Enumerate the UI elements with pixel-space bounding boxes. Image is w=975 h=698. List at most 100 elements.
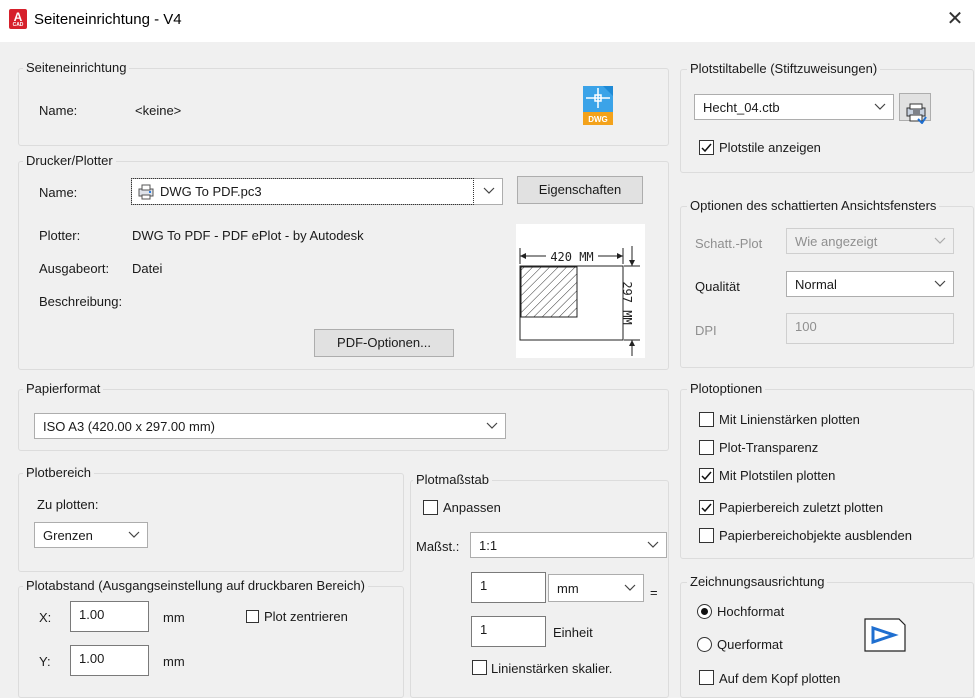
offset-y-unit: mm — [163, 654, 185, 669]
papierbereich-zuletzt-label[interactable]: Papierbereich zuletzt plotten — [719, 500, 883, 515]
pdf-optionen-button-label: PDF-Optionen... — [337, 335, 431, 350]
plot-style-editor-icon — [905, 102, 927, 125]
offset-y-label: Y: — [39, 654, 51, 669]
ausgabeort-label: Ausgabeort: — [39, 261, 110, 276]
chevron-down-icon — [646, 537, 660, 551]
offset-y-value: 1.00 — [79, 651, 105, 666]
plotter-label: Plotter: — [39, 228, 81, 243]
equals-sign: = — [650, 585, 658, 600]
scale-unit-select[interactable]: mm — [548, 574, 644, 602]
plot-zentrieren-checkbox[interactable] — [246, 610, 259, 623]
einheit-label: Einheit — [553, 625, 593, 640]
scale-unit-value: mm — [557, 581, 579, 596]
dwg-icon-caption: DWG — [588, 115, 608, 124]
eigenschaften-button[interactable]: Eigenschaften — [517, 176, 643, 204]
massstab-select[interactable]: 1:1 — [470, 532, 667, 558]
zu-plotten-label: Zu plotten: — [37, 497, 99, 512]
querformat-label[interactable]: Querformat — [717, 637, 783, 652]
offset-x-value: 1.00 — [79, 607, 105, 622]
plotstile-anzeigen-checkbox[interactable] — [699, 140, 714, 155]
papierbereich-zuletzt-checkbox[interactable] — [699, 500, 714, 515]
scale-unit-input[interactable]: 1 — [471, 616, 546, 647]
window-title: Seiteneinrichtung - V4 — [34, 11, 182, 28]
querformat-radio[interactable] — [697, 637, 712, 652]
orientation-preview-icon — [864, 618, 906, 652]
dpi-input[interactable]: 100 — [786, 313, 954, 344]
hochformat-radio[interactable] — [697, 604, 712, 619]
mit-plotstilen-label[interactable]: Mit Plotstilen plotten — [719, 468, 835, 483]
plotter-value: DWG To PDF - PDF ePlot - by Autodesk — [132, 228, 364, 243]
offset-x-unit: mm — [163, 610, 185, 625]
plotmassstab-legend: Plotmaßstab — [413, 472, 492, 487]
schatt-plot-select[interactable]: Wie angezeigt — [786, 228, 954, 254]
plot-transparenz-label[interactable]: Plot-Transparenz — [719, 440, 818, 455]
plot-zentrieren-label[interactable]: Plot zentrieren — [264, 609, 348, 624]
papierformat-value: ISO A3 (420.00 x 297.00 mm) — [43, 419, 215, 434]
plot-transparenz-checkbox[interactable] — [699, 440, 714, 455]
anpassen-checkbox[interactable] — [423, 500, 438, 515]
plotstil-select[interactable]: Hecht_04.ctb — [694, 94, 894, 120]
plotter-icon — [138, 184, 154, 200]
qualitaet-label: Qualität — [695, 279, 740, 294]
scale-value: 1 — [480, 578, 488, 593]
pdf-optionen-button[interactable]: PDF-Optionen... — [314, 329, 454, 357]
chevron-down-icon — [623, 580, 637, 594]
massstab-label: Maßst.: — [416, 539, 460, 554]
auf-dem-kopf-checkbox[interactable] — [699, 670, 714, 685]
eigenschaften-button-label: Eigenschaften — [538, 182, 622, 197]
zeichnungsausrichtung-legend: Zeichnungsausrichtung — [687, 574, 828, 589]
auf-dem-kopf-label[interactable]: Auf dem Kopf plotten — [719, 671, 840, 686]
papierformat-select[interactable]: ISO A3 (420.00 x 297.00 mm) — [34, 413, 506, 439]
plotstil-value: Hecht_04.ctb — [703, 100, 780, 115]
ausgabeort-value: Datei — [132, 261, 163, 276]
autocad-app-icon: A CAD — [9, 9, 27, 29]
dpi-label: DPI — [695, 323, 717, 338]
zu-plotten-value: Grenzen — [43, 528, 93, 543]
scale-unit-input-value: 1 — [480, 622, 488, 637]
printer-name-label: Name: — [39, 185, 78, 200]
preview-width-label: 420 MM — [550, 250, 593, 264]
chevron-down-icon — [933, 233, 947, 247]
drucker-plotter-legend: Drucker/Plotter — [23, 153, 116, 168]
dwg-file-icon: DWG — [581, 84, 615, 126]
linienstaerken-skalieren-checkbox[interactable] — [472, 660, 487, 675]
page-setup-name-label: Name: — [39, 103, 78, 118]
chevron-down-icon — [482, 183, 496, 197]
anpassen-label[interactable]: Anpassen — [443, 500, 501, 515]
chevron-down-icon — [873, 99, 887, 113]
plotstil-edit-button[interactable] — [899, 93, 931, 125]
qualitaet-select[interactable]: Normal — [786, 271, 954, 297]
plotstiltabelle-legend: Plotstiltabelle (Stiftzuweisungen) — [687, 61, 881, 76]
plotoptionen-legend: Plotoptionen — [687, 381, 766, 396]
chevron-down-icon — [127, 527, 141, 541]
mit-linienstaerken-label[interactable]: Mit Linienstärken plotten — [719, 412, 860, 427]
plotabstand-legend: Plotabstand (Ausgangseinstellung auf dru… — [23, 578, 368, 593]
hochformat-label[interactable]: Hochformat — [717, 604, 784, 619]
close-icon[interactable]: ✕ — [944, 8, 966, 30]
scale-value-input[interactable]: 1 — [471, 572, 546, 603]
mit-plotstilen-checkbox[interactable] — [699, 468, 714, 483]
chevron-down-icon — [933, 276, 947, 290]
schattiert-legend: Optionen des schattierten Ansichtsfenste… — [687, 198, 940, 213]
seiteneinrichtung-group — [18, 68, 669, 146]
plotbereich-legend: Plotbereich — [23, 465, 95, 480]
offset-x-label: X: — [39, 610, 52, 625]
mit-linienstaerken-checkbox[interactable] — [699, 412, 714, 427]
beschreibung-label: Beschreibung: — [39, 294, 123, 309]
schatt-plot-label: Schatt.-Plot — [695, 236, 763, 251]
linienstaerken-skalieren-label[interactable]: Linienstärken skalier. — [491, 661, 612, 676]
offset-y-input[interactable]: 1.00 — [70, 645, 149, 676]
zu-plotten-select[interactable]: Grenzen — [34, 522, 148, 548]
app-icon-caption: CAD — [12, 22, 24, 28]
qualitaet-value: Normal — [795, 277, 837, 292]
printer-name-value: DWG To PDF.pc3 — [160, 184, 262, 199]
papierbereichobjekte-ausblenden-label[interactable]: Papierbereichobjekte ausblenden — [719, 528, 912, 543]
papierbereichobjekte-ausblenden-checkbox[interactable] — [699, 528, 714, 543]
page-setup-name-value: <keine> — [135, 103, 182, 118]
dpi-value: 100 — [795, 319, 817, 334]
plotstile-anzeigen-label[interactable]: Plotstile anzeigen — [719, 140, 821, 155]
printer-name-select[interactable]: DWG To PDF.pc3 — [131, 178, 503, 205]
massstab-value: 1:1 — [479, 538, 498, 553]
offset-x-input[interactable]: 1.00 — [70, 601, 149, 632]
plotstiltabelle-group — [680, 69, 974, 173]
